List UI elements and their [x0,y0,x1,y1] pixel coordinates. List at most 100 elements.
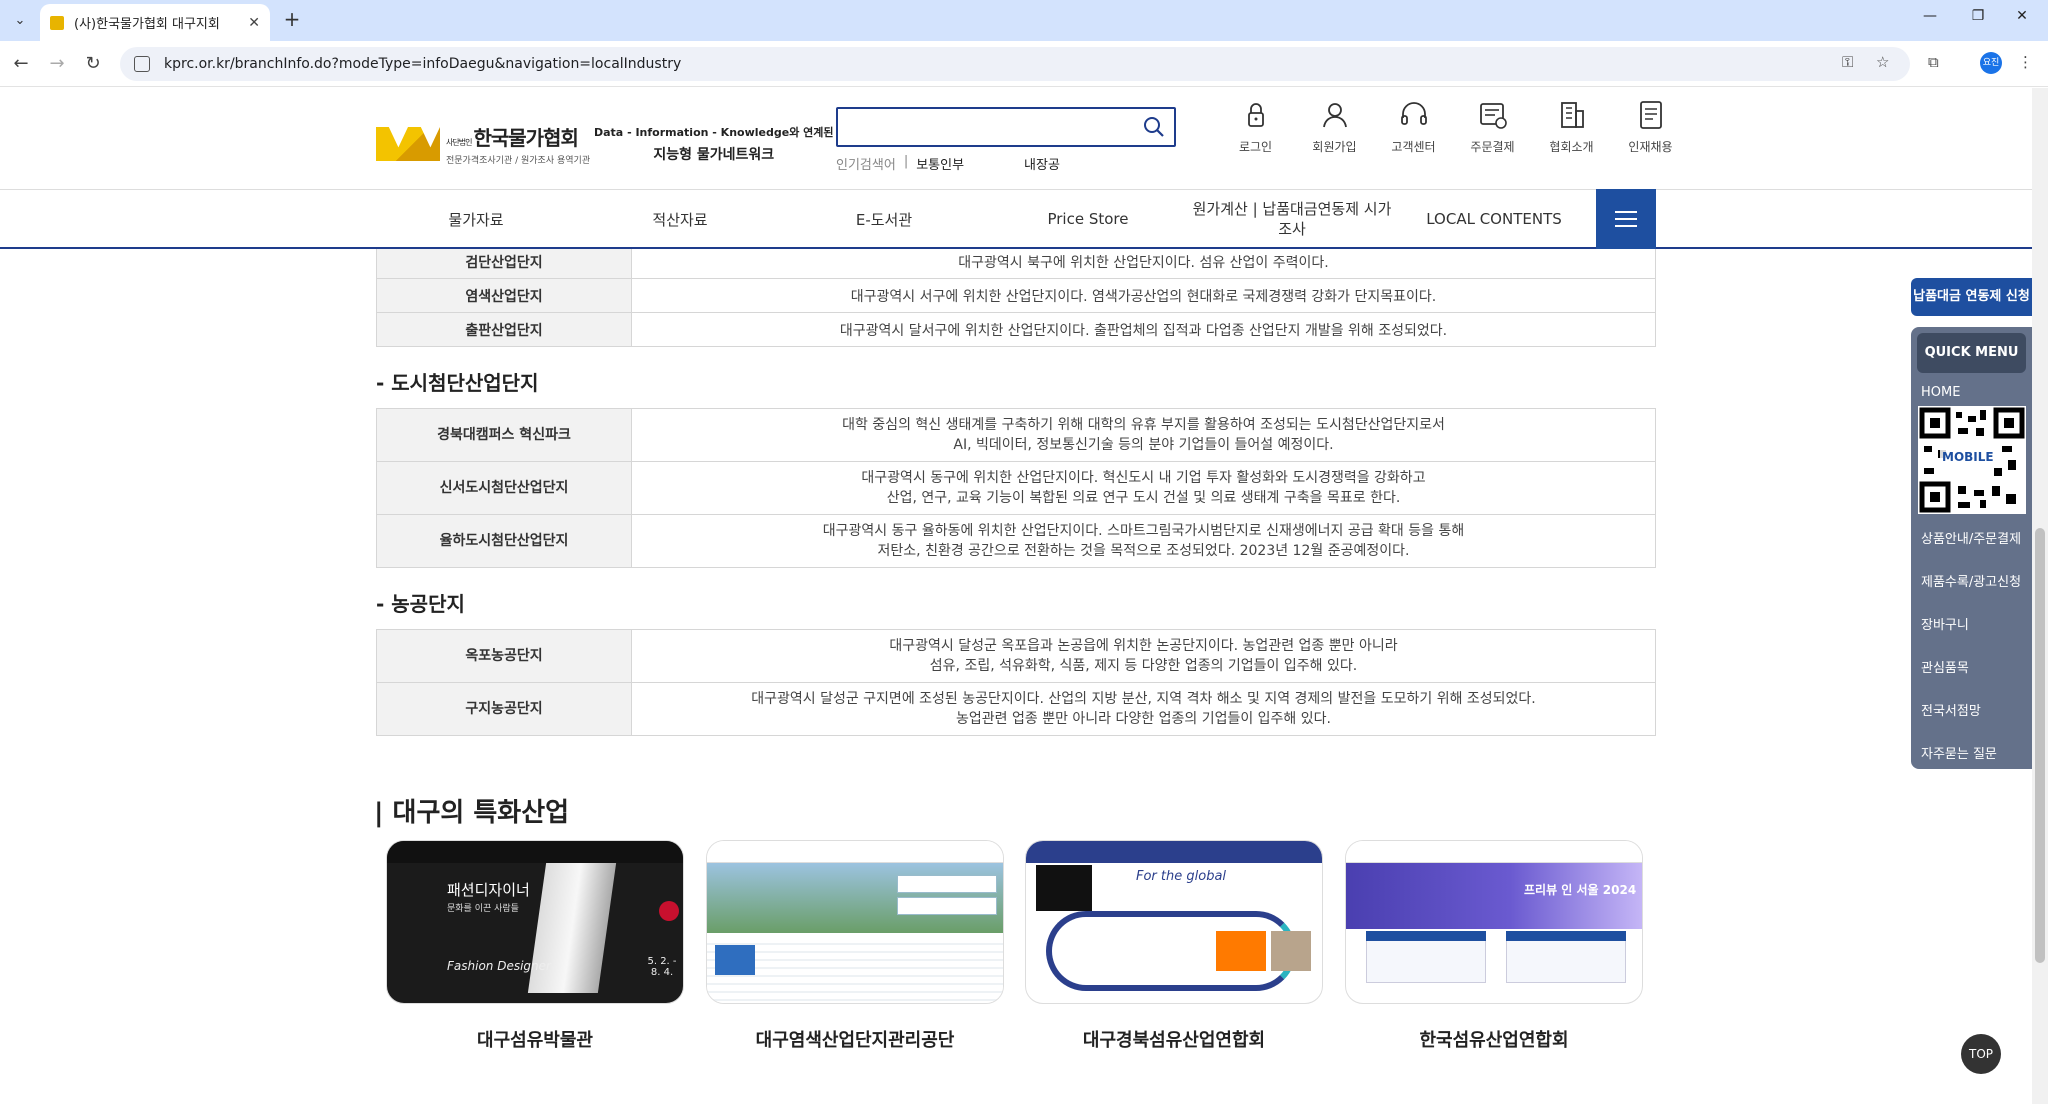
subcontract-price-link-button[interactable]: 납품대금 연동제 신청 [1911,278,2032,316]
password-key-icon[interactable]: ⚿ [1842,53,1853,71]
customer-center-button[interactable]: 고객센터 [1374,98,1453,155]
nav-item-e-library[interactable]: E-도서관 [784,190,984,248]
profile-avatar[interactable]: 요진 [1980,52,2002,74]
quick-menu-home[interactable]: HOME [1911,385,2032,400]
user-icon [1322,103,1347,128]
building-icon [1560,102,1584,128]
quick-menu-item[interactable]: 전국서점망 [1911,700,2032,719]
quick-menu-item[interactable]: 제품수록/광고신청 [1911,571,2032,590]
complex-name: 염색산업단지 [376,278,632,313]
qr-mobile-label: MOBILE [1940,450,1996,464]
table-row: 검단산업단지 대구광역시 북구에 위치한 산업단지이다. 섬유 산업이 주력이다… [376,244,1656,279]
complex-desc: 대구광역시 동구에 위치한 산업단지이다. 혁신도시 내 기업 투자 활성화와 … [631,461,1656,515]
tab-close-icon[interactable]: ✕ [248,15,260,31]
complex-desc: 대학 중심의 혁신 생태계를 구축하기 위해 대학의 유휴 부지를 활용하여 조… [631,408,1656,462]
forward-icon[interactable]: → [46,53,68,75]
order-payment-button[interactable]: 주문결제 [1453,98,1532,155]
address-bar[interactable]: kprc.or.kr/branchInfo.do?modeType=infoDa… [120,47,1910,81]
search-input[interactable] [836,107,1176,147]
reload-icon[interactable]: ↻ [82,53,104,75]
card-thumbnail[interactable]: For the global [1025,840,1323,1004]
logo-sub-text: 전문가격조사기관 / 원가조사 용역기관 [446,156,591,166]
scrollbar-thumb[interactable] [2035,528,2045,963]
card-thumbnail[interactable]: 프리뷰 인 서울 2024 [1345,840,1643,1004]
search-icon[interactable] [1142,115,1166,139]
card-name[interactable]: 대구섬유박물관 [386,1026,684,1052]
page-scrollbar[interactable] [2032,88,2048,1104]
back-icon[interactable]: ← [10,53,32,75]
new-tab-icon[interactable]: + [280,8,304,32]
quick-menu-item[interactable]: 상품안내/주문결제 [1911,528,2032,547]
specialized-card[interactable]: For the global 대구경북섬유산업연합회 [1025,840,1323,1052]
bookmark-star-icon[interactable]: ☆ [1876,53,1889,71]
headset-icon [1400,102,1427,125]
browser-menu-icon[interactable]: ⋮ [2018,53,2033,71]
nav-item-price-store[interactable]: Price Store [988,190,1188,248]
login-button[interactable]: 로그인 [1216,98,1295,155]
quick-menu-header: QUICK MENU [1917,333,2026,373]
scroll-top-button[interactable]: TOP [1961,1034,2001,1074]
specialized-card[interactable]: 대구염색산업단지관리공단 [706,840,1004,1052]
window-close-icon[interactable]: ✕ [2010,8,2034,24]
quick-menu-item[interactable]: 자주묻는 질문 [1911,743,2032,762]
browser-toolbar: ← → ↻ kprc.or.kr/branchInfo.do?modeType=… [0,41,2048,87]
site-header: 사단법인 한국물가협회 전문가격조사기관 / 원가조사 용역기관 Data - I… [0,88,2032,190]
tab-search-chevron-icon[interactable]: ⌄ [8,8,32,32]
specialized-card[interactable]: 프리뷰 인 서울 2024 한국섬유산업연합회 [1345,840,1643,1052]
complex-name: 검단산업단지 [376,244,632,279]
document-icon [1639,101,1662,129]
popular-keyword[interactable]: 내장공 [1024,154,1060,173]
minimize-icon[interactable]: — [1918,8,1942,24]
complex-desc: 대구광역시 북구에 위치한 산업단지이다. 섬유 산업이 주력이다. [631,244,1656,279]
urban-section-title: - 도시첨단산업단지 [376,371,539,395]
logo-main-text: 사단법인 한국물가협회 [446,126,579,150]
table-row: 옥포농공단지 대구광역시 달성군 옥포읍과 논공읍에 위치한 논공단지이다. 농… [376,629,1656,683]
card-thumbnail[interactable] [706,840,1004,1004]
complex-desc: 대구광역시 달성군 옥포읍과 논공읍에 위치한 논공단지이다. 농업관련 업종 … [631,629,1656,683]
site-info-icon[interactable] [134,56,150,72]
card-name[interactable]: 대구염색산업단지관리공단 [706,1026,1004,1052]
table-row: 경북대캠퍼스 혁신파크 대학 중심의 혁신 생태계를 구축하기 위해 대학의 유… [376,408,1656,462]
table-row: 율하도시첨단산업단지 대구광역시 동구 율하동에 위치한 산업단지이다. 스마트… [376,514,1656,568]
table-row: 신서도시첨단산업단지 대구광역시 동구에 위치한 산업단지이다. 혁신도시 내 … [376,461,1656,515]
nav-item-estimation[interactable]: 적산자료 [580,190,780,248]
browser-tab-active[interactable]: (사)한국물가협회 대구지회 ✕ [40,4,270,41]
main-content: 검단산업단지 대구광역시 북구에 위치한 산업단지이다. 섬유 산업이 주력이다… [376,244,1656,736]
tab-title: (사)한국물가협회 대구지회 [74,17,220,32]
popular-keyword[interactable]: 보통인부 [916,154,964,173]
quick-menu-item[interactable]: 관심품목 [1911,657,2032,676]
restore-icon[interactable]: ❐ [1966,8,1990,24]
mobile-qr-code[interactable]: MOBILE [1918,406,2026,514]
quick-menu: QUICK MENU HOME MOBILE 상품안내/주문결제 제품수록/광고… [1911,327,2032,769]
complex-name: 율하도시첨단산업단지 [376,514,632,568]
slogan-line1: Data - Information - Knowledge와 연계된 [594,126,834,139]
card-name[interactable]: 한국섬유산업연합회 [1345,1026,1643,1052]
complex-name: 옥포농공단지 [376,629,632,683]
url-text: kprc.or.kr/branchInfo.do?modeType=infoDa… [164,56,682,72]
favicon-icon [50,15,64,30]
card-thumbnail[interactable]: 패션디자이너 문화를 이끈 사람들 Fashion Designer 5. 2.… [386,840,684,1004]
hamburger-menu-icon[interactable] [1596,189,1656,249]
web-page: 사단법인 한국물가협회 전문가격조사기관 / 원가조사 용역기관 Data - I… [0,88,2032,1104]
popular-keywords: 인기검색어 | 보통인부 내장공 [836,154,1060,173]
nav-item-price-data[interactable]: 물가자료 [376,190,576,248]
extensions-icon[interactable]: ⧉ [1928,53,1939,71]
slogan-line2: 지능형 물가네트워크 [653,147,775,163]
quick-menu-item[interactable]: 장바구니 [1911,614,2032,633]
recruit-button[interactable]: 인재채용 [1611,98,1690,155]
main-navigation: 물가자료 적산자료 E-도서관 Price Store 원가계산 | 납품대금연… [0,189,2032,249]
complex-name: 경북대캠퍼스 혁신파크 [376,408,632,462]
lock-icon [1247,103,1264,127]
card-name[interactable]: 대구경북섬유산업연합회 [1025,1026,1323,1052]
nav-item-local-contents[interactable]: LOCAL CONTENTS [1394,190,1594,248]
agri-complex-table: 옥포농공단지 대구광역시 달성군 옥포읍과 논공읍에 위치한 논공단지이다. 농… [376,629,1656,736]
browser-tabbar: ⌄ (사)한국물가협회 대구지회 ✕ + — ❐ ✕ [0,0,2048,41]
about-button[interactable]: 협회소개 [1532,98,1611,155]
signup-button[interactable]: 회원가입 [1295,98,1374,155]
specialized-card[interactable]: 패션디자이너 문화를 이끈 사람들 Fashion Designer 5. 2.… [386,840,684,1052]
slogan: Data - Information - Knowledge와 연계된 지능형 … [594,124,834,164]
nav-item-cost-calc[interactable]: 원가계산 | 납품대금연동제 시가조사 [1192,190,1392,248]
complex-desc: 대구광역시 달서구에 위치한 산업단지이다. 출판업체의 집적과 다업종 산업단… [631,312,1656,347]
logo-mark-icon [376,127,440,161]
site-logo[interactable]: 사단법인 한국물가협회 전문가격조사기관 / 원가조사 용역기관 [376,122,590,166]
